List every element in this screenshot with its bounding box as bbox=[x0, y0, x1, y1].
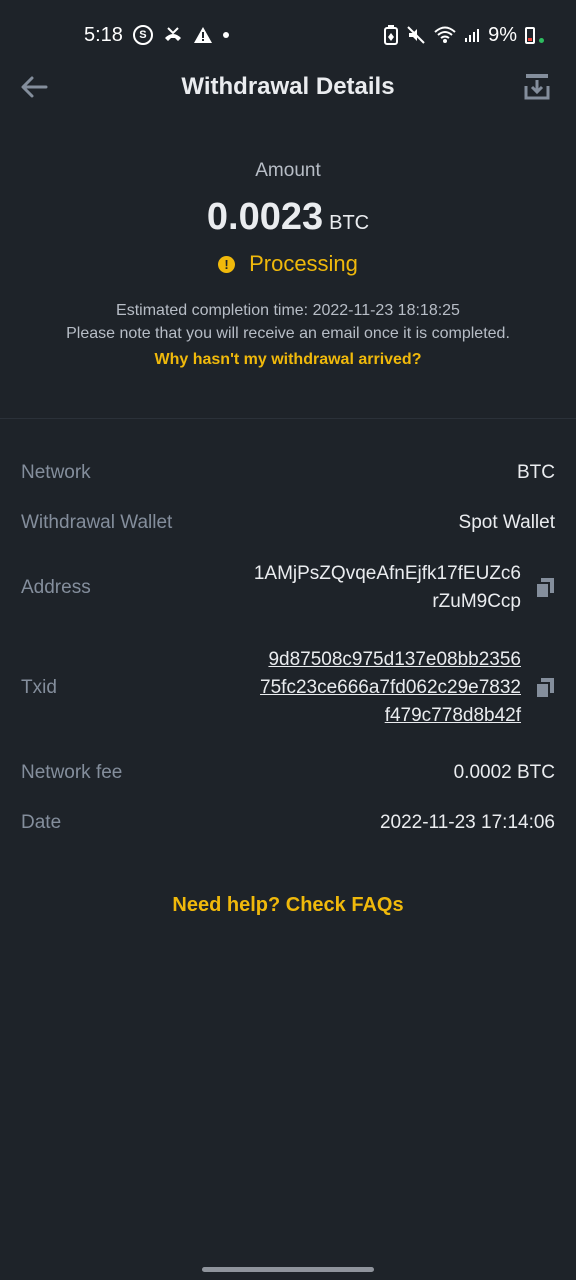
address-label: Address bbox=[21, 577, 91, 598]
status-bar: 5:18 S 9% bbox=[0, 0, 576, 70]
completion-note: Estimated completion time: 2022-11-23 18… bbox=[0, 299, 576, 345]
why-not-arrived-link[interactable]: Why hasn't my withdrawal arrived? bbox=[155, 351, 422, 369]
address-value: 1AMjPsZQvqeAfnEjfk17fEUZc6 rZuM9Ccp bbox=[254, 560, 521, 616]
date-value: 2022-11-23 17:14:06 bbox=[379, 812, 555, 833]
status-row: ! Processing bbox=[0, 251, 576, 277]
address-row: Address 1AMjPsZQvqeAfnEjfk17fEUZc6 rZuM9… bbox=[0, 560, 576, 616]
back-button[interactable] bbox=[18, 72, 50, 102]
amount-value: 0.0023 bbox=[206, 196, 324, 238]
wallet-value: Spot Wallet bbox=[458, 512, 555, 533]
battery-saver-icon bbox=[384, 25, 399, 45]
network-value: BTC bbox=[517, 462, 555, 483]
txid-row: Txid 9d87508c975d137e08bb2356 75fc23ce66… bbox=[0, 646, 576, 730]
copy-icon[interactable] bbox=[535, 577, 555, 599]
status-right: 9% bbox=[384, 24, 544, 47]
date-label: Date bbox=[21, 812, 62, 833]
mute-icon bbox=[406, 25, 426, 45]
warning-icon bbox=[193, 26, 213, 44]
arrow-left-icon bbox=[21, 76, 48, 98]
fee-label: Network fee bbox=[21, 762, 123, 783]
battery-icon bbox=[525, 26, 535, 44]
address-value-group: 1AMjPsZQvqeAfnEjfk17fEUZc6 rZuM9Ccp bbox=[254, 560, 555, 616]
amount-row: 0.0023 BTC bbox=[0, 196, 576, 239]
address-line-1: 1AMjPsZQvqeAfnEjfk17fEUZc6 bbox=[253, 563, 521, 584]
wallet-row: Withdrawal Wallet Spot Wallet bbox=[0, 512, 576, 534]
missed-call-icon bbox=[163, 26, 183, 44]
download-tray-icon bbox=[524, 74, 550, 100]
network-label: Network bbox=[21, 462, 91, 483]
notification-dot-icon bbox=[222, 32, 229, 38]
network-row: Network BTC bbox=[0, 462, 576, 484]
gesture-home-bar[interactable] bbox=[202, 1267, 374, 1272]
txid-link[interactable]: 9d87508c975d137e08bb2356 75fc23ce666a7fd… bbox=[260, 646, 521, 730]
amount-label: Amount bbox=[255, 160, 321, 181]
app-header: Withdrawal Details bbox=[0, 62, 576, 112]
page-title: Withdrawal Details bbox=[181, 73, 395, 100]
txid-line-2: 75fc23ce666a7fd062c29e7832 bbox=[260, 677, 521, 698]
status-badge: Processing bbox=[249, 251, 358, 276]
amount-unit: BTC bbox=[329, 212, 370, 234]
wallet-label: Withdrawal Wallet bbox=[21, 512, 173, 533]
wifi-icon bbox=[434, 26, 456, 44]
copy-icon[interactable] bbox=[535, 677, 555, 699]
txid-label: Txid bbox=[21, 677, 57, 698]
privacy-indicator-icon bbox=[539, 37, 544, 43]
date-row: Date 2022-11-23 17:14:06 bbox=[0, 812, 576, 834]
fee-row: Network fee 0.0002 BTC bbox=[0, 762, 576, 784]
address-line-2: rZuM9Ccp bbox=[432, 591, 521, 612]
signal-icon bbox=[464, 27, 480, 43]
withdrawal-summary: Amount 0.0023 BTC ! Processing Estimated… bbox=[0, 160, 576, 369]
clock: 5:18 bbox=[84, 23, 123, 46]
email-note-text: Please note that you will receive an ema… bbox=[66, 325, 510, 342]
faq-link[interactable]: Need help? Check FAQs bbox=[0, 894, 576, 917]
fee-value: 0.0002 BTC bbox=[453, 762, 555, 783]
eta-text: Estimated completion time: 2022-11-23 18… bbox=[116, 302, 460, 319]
battery-percent: 9% bbox=[488, 23, 517, 46]
exclamation-circle-icon: ! bbox=[218, 255, 236, 273]
export-button[interactable] bbox=[524, 72, 550, 100]
txid-line-1: 9d87508c975d137e08bb2356 bbox=[268, 649, 521, 670]
status-left: 5:18 S bbox=[84, 24, 229, 47]
txid-value-group: 9d87508c975d137e08bb2356 75fc23ce666a7fd… bbox=[260, 646, 555, 730]
divider bbox=[0, 418, 576, 419]
shazam-icon: S bbox=[132, 25, 153, 45]
txid-line-3: f479c778d8b42f bbox=[384, 705, 521, 726]
